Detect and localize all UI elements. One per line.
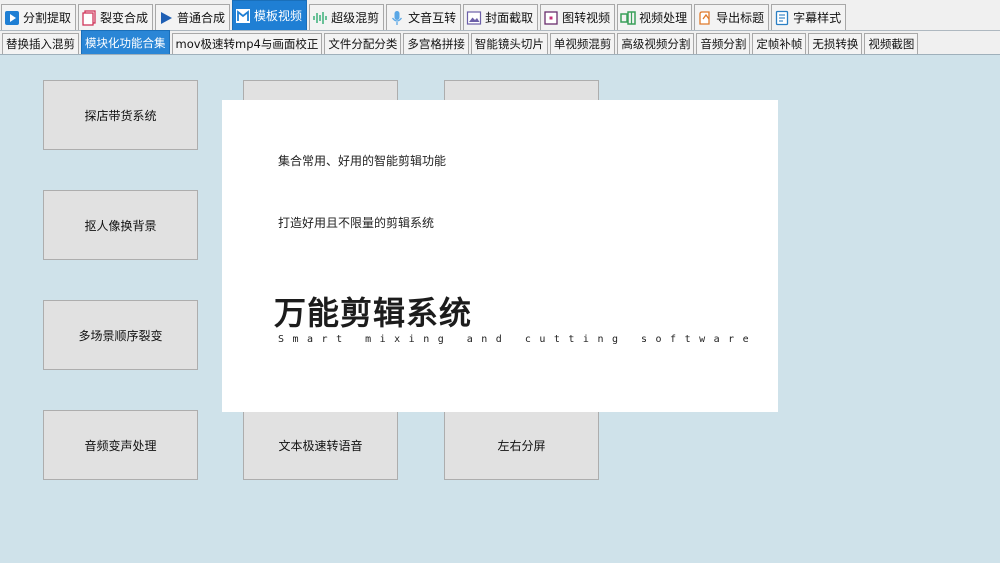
- tab-label: 分割提取: [23, 11, 72, 25]
- tab-template-video[interactable]: 模板视频: [232, 0, 308, 30]
- voice-change-button[interactable]: 音频变声处理: [43, 410, 198, 480]
- tab-text-audio[interactable]: 文音互转: [386, 4, 462, 30]
- sub-tab-bar: 替换插入混剪 模块化功能合集 mov极速转mp4与画面校正 文件分配分类 多宫格…: [0, 30, 1000, 55]
- play-box-icon: [4, 10, 20, 26]
- tab-label: 普通合成: [177, 11, 226, 25]
- text-to-speech-button[interactable]: 文本极速转语音: [243, 410, 398, 480]
- subtab-video-screenshot[interactable]: 视频截图: [864, 33, 919, 54]
- tab-video-process[interactable]: 视频处理: [617, 4, 693, 30]
- tab-label: 字幕样式: [793, 11, 842, 25]
- copy-pages-icon: [81, 9, 97, 26]
- tab-label: 模板视频: [254, 9, 303, 23]
- tab-super-mix[interactable]: 超级混剪: [309, 4, 385, 30]
- image-icon: [466, 10, 482, 26]
- template-icon: [235, 8, 251, 24]
- video-process-icon: [620, 10, 636, 26]
- portrait-background-button[interactable]: 抠人像换背景: [43, 190, 198, 260]
- export-title-icon: [697, 10, 713, 26]
- tab-export-title[interactable]: 导出标题: [694, 4, 770, 30]
- split-screen-button[interactable]: 左右分屏: [444, 410, 599, 480]
- tab-label: 视频处理: [639, 11, 688, 25]
- tab-label: 文音互转: [408, 11, 457, 25]
- subtab-replace-insert-mix[interactable]: 替换插入混剪: [2, 33, 79, 54]
- subtab-freeze-frame[interactable]: 定帧补帧: [752, 33, 807, 54]
- splash-tagline-2: 打造好用且不限量的剪辑系统: [278, 216, 435, 230]
- store-selling-button[interactable]: 探店带货系统: [43, 80, 198, 150]
- tab-label: 超级混剪: [331, 11, 380, 25]
- tab-fission-compose[interactable]: 裂变合成: [78, 4, 154, 30]
- tab-label: 导出标题: [716, 11, 765, 25]
- splash-panel: 集合常用、好用的智能剪辑功能 打造好用且不限量的剪辑系统 万能剪辑系统 Smar…: [222, 100, 778, 412]
- tab-normal-compose[interactable]: 普通合成: [155, 4, 231, 30]
- subtab-mov-to-mp4[interactable]: mov极速转mp4与画面校正: [171, 33, 323, 54]
- tab-split-extract[interactable]: 分割提取: [1, 4, 77, 30]
- subtab-audio-split[interactable]: 音频分割: [696, 33, 751, 54]
- tab-image-to-video[interactable]: 图转视频: [540, 4, 616, 30]
- main-tab-bar: 分割提取 裂变合成 普通合成 模板视频 超级混剪 文音互转 封面截取 图转视频 …: [0, 0, 1000, 31]
- subtab-advanced-split[interactable]: 高级视频分割: [617, 33, 695, 54]
- play-triangle-icon: [158, 10, 174, 26]
- photo-video-icon: [543, 10, 559, 26]
- tab-label: 图转视频: [562, 11, 611, 25]
- splash-title: 万能剪辑系统: [274, 294, 473, 332]
- subtab-smart-shot-slice[interactable]: 智能镜头切片: [470, 33, 548, 54]
- subtab-lossless-convert[interactable]: 无损转换: [808, 33, 863, 54]
- subtab-modular-functions[interactable]: 模块化功能合集: [81, 30, 170, 54]
- splash-tagline-1: 集合常用、好用的智能剪辑功能: [278, 154, 447, 168]
- tab-cover-capture[interactable]: 封面截取: [463, 4, 539, 30]
- microphone-icon: [389, 10, 405, 26]
- multi-scene-fission-button[interactable]: 多场景顺序裂变: [43, 300, 198, 370]
- splash-subtitle: Smart mixing and cutting software: [278, 334, 758, 345]
- subtab-single-video-mix[interactable]: 单视频混剪: [549, 33, 616, 54]
- tab-label: 裂变合成: [100, 11, 149, 25]
- subtab-multi-grid[interactable]: 多宫格拼接: [403, 33, 469, 54]
- subtitle-doc-icon: [774, 10, 790, 26]
- tab-subtitle-style[interactable]: 字幕样式: [771, 4, 847, 30]
- waveform-icon: [312, 10, 328, 26]
- tab-label: 封面截取: [485, 11, 534, 25]
- subtab-file-allocation[interactable]: 文件分配分类: [324, 33, 402, 54]
